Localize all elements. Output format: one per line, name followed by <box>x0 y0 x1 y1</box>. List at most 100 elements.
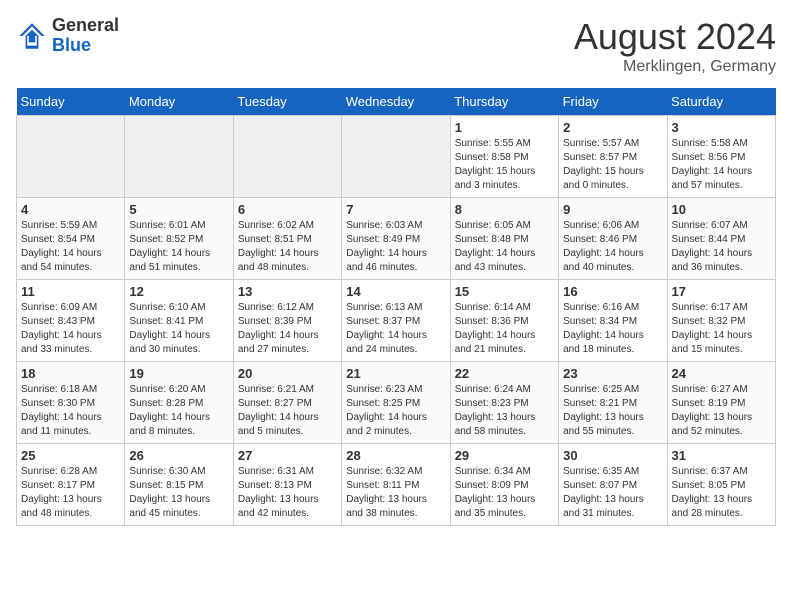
day-info: Sunrise: 6:07 AMSunset: 8:44 PMDaylight:… <box>672 219 771 275</box>
day-number: 13 <box>238 284 337 299</box>
calendar-cell: 4Sunrise: 5:59 AMSunset: 8:54 PMDaylight… <box>17 198 125 280</box>
day-number: 21 <box>346 366 445 381</box>
day-info: Sunrise: 6:30 AMSunset: 8:15 PMDaylight:… <box>129 465 228 521</box>
day-header-saturday: Saturday <box>667 88 775 116</box>
day-header-sunday: Sunday <box>17 88 125 116</box>
calendar-cell <box>233 116 341 198</box>
day-info: Sunrise: 6:37 AMSunset: 8:05 PMDaylight:… <box>672 465 771 521</box>
day-number: 16 <box>563 284 662 299</box>
day-info: Sunrise: 6:27 AMSunset: 8:19 PMDaylight:… <box>672 383 771 439</box>
day-number: 8 <box>455 202 554 217</box>
logo: General Blue <box>16 16 119 56</box>
calendar-week-3: 11 Sunrise: 6:09 AMSunset: 8:43 PMDayligh… <box>17 280 776 362</box>
calendar-cell: 19 Sunrise: 6:20 AMSunset: 8:28 PMDayligh… <box>125 362 233 444</box>
logo-blue-text: Blue <box>52 36 119 56</box>
day-number: 1 <box>455 120 554 135</box>
calendar-week-5: 25 Sunrise: 6:28 AMSunset: 8:17 PMDayligh… <box>17 444 776 526</box>
day-info: Sunrise: 6:23 AMSunset: 8:25 PMDaylight:… <box>346 383 445 439</box>
day-number: 5 <box>129 202 228 217</box>
logo-icon <box>16 20 48 52</box>
day-header-monday: Monday <box>125 88 233 116</box>
day-info: Sunrise: 6:32 AMSunset: 8:11 PMDaylight:… <box>346 465 445 521</box>
day-number: 26 <box>129 448 228 463</box>
day-number: 25 <box>21 448 120 463</box>
day-number: 17 <box>672 284 771 299</box>
day-info: Sunrise: 6:10 AMSunset: 8:41 PMDaylight:… <box>129 301 228 357</box>
day-info: Sunrise: 6:09 AMSunset: 8:43 PMDaylight:… <box>21 301 120 357</box>
calendar-cell: 9 Sunrise: 6:06 AMSunset: 8:46 PMDaylight… <box>559 198 667 280</box>
day-number: 18 <box>21 366 120 381</box>
day-number: 9 <box>563 202 662 217</box>
day-info: Sunrise: 6:17 AMSunset: 8:32 PMDaylight:… <box>672 301 771 357</box>
calendar-cell: 28 Sunrise: 6:32 AMSunset: 8:11 PMDayligh… <box>342 444 450 526</box>
day-header-wednesday: Wednesday <box>342 88 450 116</box>
calendar-cell: 17 Sunrise: 6:17 AMSunset: 8:32 PMDayligh… <box>667 280 775 362</box>
day-info: Sunrise: 6:34 AMSunset: 8:09 PMDaylight:… <box>455 465 554 521</box>
day-info: Sunrise: 6:03 AMSunset: 8:49 PMDaylight:… <box>346 219 445 275</box>
day-info: Sunrise: 6:18 AMSunset: 8:30 PMDaylight:… <box>21 383 120 439</box>
day-info: Sunrise: 6:14 AMSunset: 8:36 PMDaylight:… <box>455 301 554 357</box>
day-info: Sunrise: 6:28 AMSunset: 8:17 PMDaylight:… <box>21 465 120 521</box>
day-number: 11 <box>21 284 120 299</box>
calendar-cell: 26 Sunrise: 6:30 AMSunset: 8:15 PMDayligh… <box>125 444 233 526</box>
calendar-cell: 30Sunrise: 6:35 AMSunset: 8:07 PMDayligh… <box>559 444 667 526</box>
calendar-cell: 14Sunrise: 6:13 AMSunset: 8:37 PMDayligh… <box>342 280 450 362</box>
calendar-table: SundayMondayTuesdayWednesdayThursdayFrid… <box>16 88 776 526</box>
day-info: Sunrise: 6:06 AMSunset: 8:46 PMDaylight:… <box>563 219 662 275</box>
day-number: 24 <box>672 366 771 381</box>
calendar-cell: 15 Sunrise: 6:14 AMSunset: 8:36 PMDayligh… <box>450 280 558 362</box>
day-number: 31 <box>672 448 771 463</box>
calendar-cell <box>17 116 125 198</box>
day-info: Sunrise: 6:25 AMSunset: 8:21 PMDaylight:… <box>563 383 662 439</box>
calendar-week-1: 1 Sunrise: 5:55 AMSunset: 8:58 PMDaylight… <box>17 116 776 198</box>
calendar-cell: 5 Sunrise: 6:01 AMSunset: 8:52 PMDaylight… <box>125 198 233 280</box>
calendar-cell: 22Sunrise: 6:24 AMSunset: 8:23 PMDayligh… <box>450 362 558 444</box>
day-info: Sunrise: 6:31 AMSunset: 8:13 PMDaylight:… <box>238 465 337 521</box>
day-number: 4 <box>21 202 120 217</box>
location: Merklingen, Germany <box>574 58 776 76</box>
day-number: 10 <box>672 202 771 217</box>
day-header-thursday: Thursday <box>450 88 558 116</box>
calendar-cell: 16 Sunrise: 6:16 AMSunset: 8:34 PMDayligh… <box>559 280 667 362</box>
day-info: Sunrise: 6:02 AMSunset: 8:51 PMDaylight:… <box>238 219 337 275</box>
day-number: 15 <box>455 284 554 299</box>
calendar-cell: 18 Sunrise: 6:18 AMSunset: 8:30 PMDayligh… <box>17 362 125 444</box>
calendar-cell: 11 Sunrise: 6:09 AMSunset: 8:43 PMDayligh… <box>17 280 125 362</box>
calendar-header-row: SundayMondayTuesdayWednesdayThursdayFrid… <box>17 88 776 116</box>
calendar-cell: 29 Sunrise: 6:34 AMSunset: 8:09 PMDayligh… <box>450 444 558 526</box>
calendar-cell: 10 Sunrise: 6:07 AMSunset: 8:44 PMDayligh… <box>667 198 775 280</box>
month-year: August 2024 <box>574 16 776 58</box>
calendar-week-4: 18 Sunrise: 6:18 AMSunset: 8:30 PMDayligh… <box>17 362 776 444</box>
day-number: 6 <box>238 202 337 217</box>
logo-general-text: General <box>52 16 119 36</box>
page-header: General Blue August 2024 Merklingen, Ger… <box>16 16 776 76</box>
calendar-cell: 23 Sunrise: 6:25 AMSunset: 8:21 PMDayligh… <box>559 362 667 444</box>
day-info: Sunrise: 5:57 AMSunset: 8:57 PMDaylight:… <box>563 137 662 193</box>
day-info: Sunrise: 6:12 AMSunset: 8:39 PMDaylight:… <box>238 301 337 357</box>
day-info: Sunrise: 6:13 AMSunset: 8:37 PMDaylight:… <box>346 301 445 357</box>
calendar-cell: 25 Sunrise: 6:28 AMSunset: 8:17 PMDayligh… <box>17 444 125 526</box>
day-number: 23 <box>563 366 662 381</box>
calendar-cell: 21 Sunrise: 6:23 AMSunset: 8:25 PMDayligh… <box>342 362 450 444</box>
calendar-cell: 8 Sunrise: 6:05 AMSunset: 8:48 PMDaylight… <box>450 198 558 280</box>
day-info: Sunrise: 6:01 AMSunset: 8:52 PMDaylight:… <box>129 219 228 275</box>
day-header-tuesday: Tuesday <box>233 88 341 116</box>
logo-text: General Blue <box>52 16 119 56</box>
calendar-cell: 1 Sunrise: 5:55 AMSunset: 8:58 PMDaylight… <box>450 116 558 198</box>
calendar-cell: 7 Sunrise: 6:03 AMSunset: 8:49 PMDaylight… <box>342 198 450 280</box>
day-number: 7 <box>346 202 445 217</box>
calendar-cell <box>342 116 450 198</box>
day-info: Sunrise: 6:20 AMSunset: 8:28 PMDaylight:… <box>129 383 228 439</box>
day-number: 2 <box>563 120 662 135</box>
day-number: 19 <box>129 366 228 381</box>
title-block: August 2024 Merklingen, Germany <box>574 16 776 76</box>
day-info: Sunrise: 6:16 AMSunset: 8:34 PMDaylight:… <box>563 301 662 357</box>
day-number: 29 <box>455 448 554 463</box>
day-info: Sunrise: 6:05 AMSunset: 8:48 PMDaylight:… <box>455 219 554 275</box>
day-info: Sunrise: 5:55 AMSunset: 8:58 PMDaylight:… <box>455 137 554 193</box>
day-number: 22 <box>455 366 554 381</box>
calendar-cell: 12Sunrise: 6:10 AMSunset: 8:41 PMDayligh… <box>125 280 233 362</box>
day-number: 28 <box>346 448 445 463</box>
calendar-cell <box>125 116 233 198</box>
day-number: 3 <box>672 120 771 135</box>
